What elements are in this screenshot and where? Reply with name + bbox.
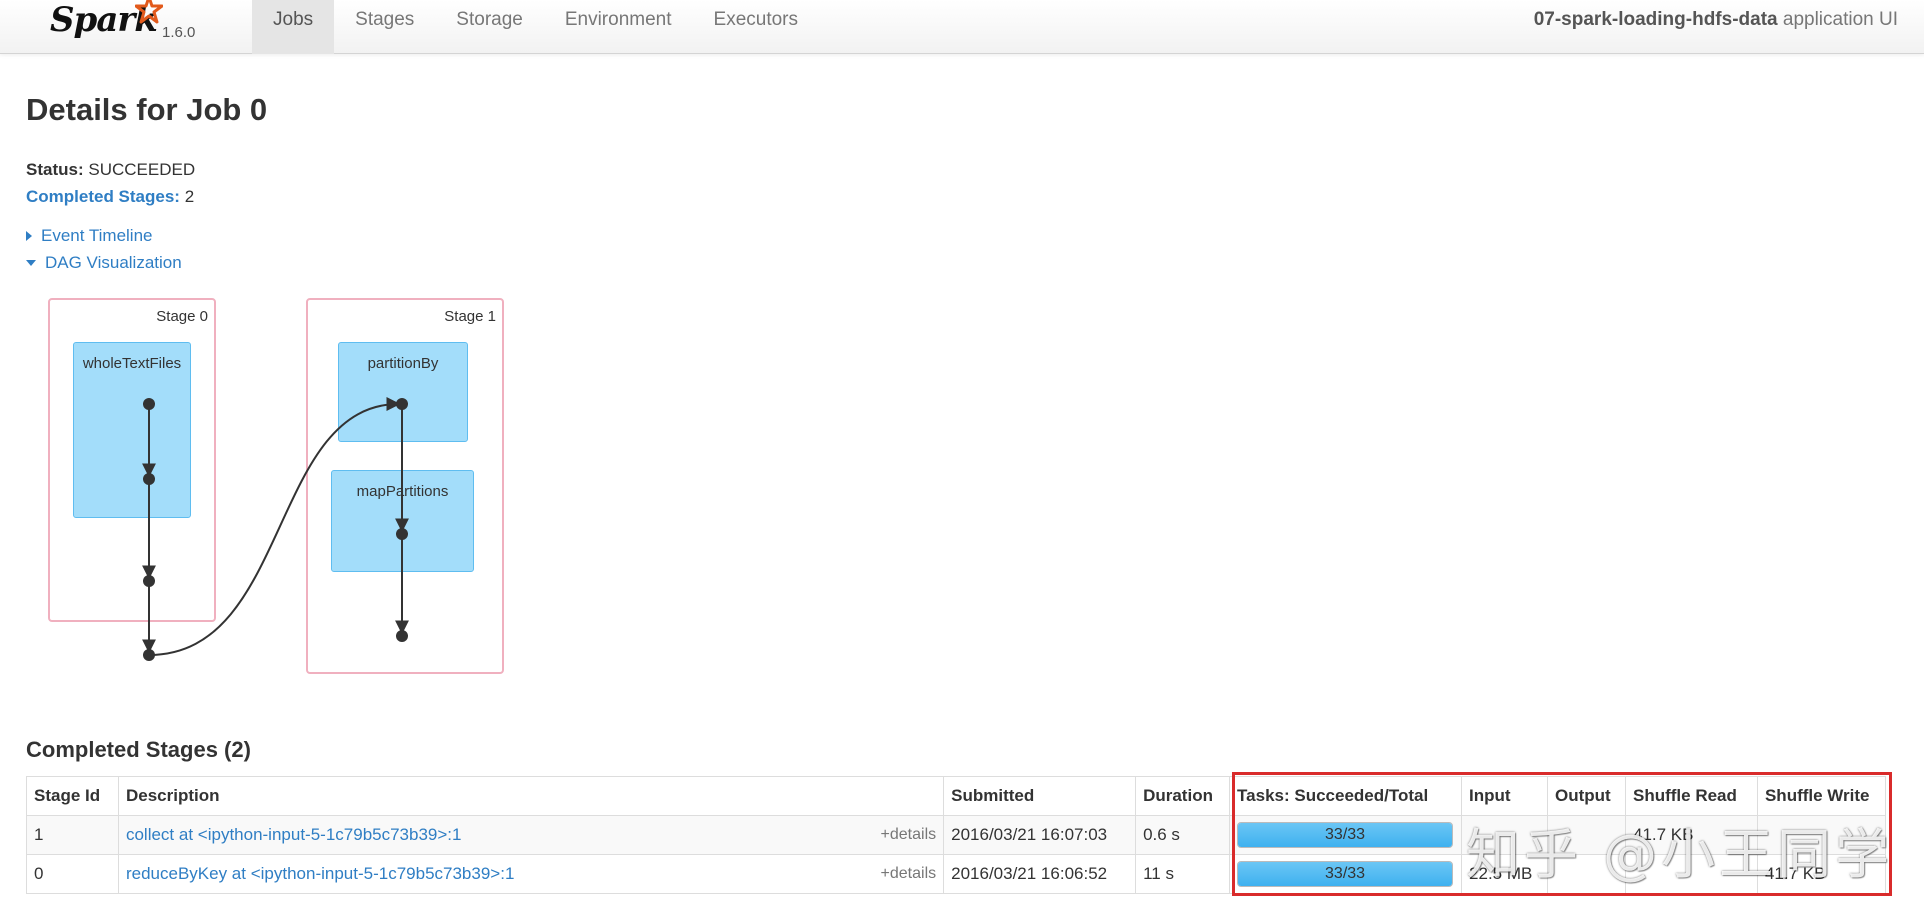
cell-shuffle-read: 41.7 KB bbox=[1625, 815, 1758, 855]
table-header-row: Stage Id Description Submitted Duration … bbox=[26, 776, 1887, 816]
cell-submitted: 2016/03/21 16:06:52 bbox=[943, 854, 1137, 894]
app-title: 07-spark-loading-hdfs-data application U… bbox=[1534, 0, 1898, 40]
caret-right-icon bbox=[26, 230, 32, 241]
cell-tasks: 33/33 bbox=[1229, 854, 1463, 894]
cell-stage-id: 0 bbox=[26, 854, 119, 894]
table-row: 1 collect at <ipython-input-5-1c79b5c73b… bbox=[26, 815, 1887, 855]
cell-stage-id: 1 bbox=[26, 815, 119, 855]
visualization-toggles: Event Timeline DAG Visualization bbox=[26, 222, 182, 276]
expand-details-link[interactable]: +details bbox=[881, 865, 937, 883]
col-shuffle-write[interactable]: Shuffle Write bbox=[1756, 776, 1887, 816]
col-submitted[interactable]: Submitted bbox=[943, 776, 1137, 816]
job-summary: Status: SUCCEEDED Completed Stages: 2 bbox=[26, 156, 195, 210]
cell-input bbox=[1461, 815, 1549, 855]
completed-stages-count: 2 bbox=[184, 187, 195, 206]
tasks-progress-bar: 33/33 bbox=[1237, 861, 1454, 887]
event-timeline-toggle[interactable]: Event Timeline bbox=[26, 222, 182, 249]
dag-edges bbox=[142, 397, 409, 661]
cell-input: 22.5 MB bbox=[1461, 854, 1549, 894]
expand-details-link[interactable]: +details bbox=[881, 826, 937, 844]
dag-edge-shuffle bbox=[148, 397, 401, 656]
status-label: Status: bbox=[26, 160, 84, 179]
col-tasks[interactable]: Tasks: Succeeded/Total bbox=[1229, 776, 1463, 816]
dag-node[interactable] bbox=[396, 630, 408, 642]
col-output[interactable]: Output bbox=[1547, 776, 1626, 816]
app-title-suffix: application UI bbox=[1777, 9, 1898, 30]
app-name: 07-spark-loading-hdfs-data bbox=[1533, 9, 1778, 30]
dag-visualization-toggle[interactable]: DAG Visualization bbox=[26, 249, 182, 276]
table-row: 0 reduceByKey at <ipython-input-5-1c79b5… bbox=[26, 854, 1887, 894]
col-stage-id[interactable]: Stage Id bbox=[26, 776, 119, 816]
page-title: Details for Job 0 bbox=[26, 92, 268, 127]
completed-stages-row: Completed Stages: 2 bbox=[26, 183, 195, 210]
top-navbar: Spark 1.6.0 Jobs Stages Storage Environm… bbox=[0, 0, 1924, 54]
stage-description-link[interactable]: collect at <ipython-input-5-1c79b5c73b39… bbox=[126, 825, 462, 844]
col-duration[interactable]: Duration bbox=[1135, 776, 1231, 816]
status-value: SUCCEEDED bbox=[88, 160, 196, 179]
cell-submitted: 2016/03/21 16:07:03 bbox=[943, 815, 1137, 855]
stage-description-link[interactable]: reduceByKey at <ipython-input-5-1c79b5c7… bbox=[126, 864, 514, 883]
col-input[interactable]: Input bbox=[1461, 776, 1549, 816]
tab-storage[interactable]: Storage bbox=[435, 0, 544, 54]
completed-stages-link[interactable]: Completed Stages: bbox=[26, 187, 180, 206]
dag-node[interactable] bbox=[143, 398, 155, 410]
cell-output bbox=[1547, 854, 1626, 894]
dag-node[interactable] bbox=[143, 473, 155, 485]
tab-jobs[interactable]: Jobs bbox=[252, 0, 335, 54]
spark-logo[interactable]: Spark 1.6.0 bbox=[50, 0, 210, 54]
cell-shuffle-write: 41.7 KB bbox=[1756, 854, 1887, 894]
cell-description: reduceByKey at <ipython-input-5-1c79b5c7… bbox=[117, 854, 945, 894]
col-shuffle-read[interactable]: Shuffle Read bbox=[1625, 776, 1758, 816]
dag-visualization: Stage 0 Stage 1 wholeTextFiles partition… bbox=[40, 290, 520, 710]
tab-executors[interactable]: Executors bbox=[693, 0, 819, 54]
nav-tabs: Jobs Stages Storage Environment Executor… bbox=[252, 0, 819, 54]
cell-description: collect at <ipython-input-5-1c79b5c73b39… bbox=[117, 815, 945, 855]
cell-duration: 11 s bbox=[1135, 854, 1231, 894]
cell-output bbox=[1547, 815, 1626, 855]
tasks-progress-text: 33/33 bbox=[1325, 865, 1366, 882]
completed-stages-title: Completed Stages (2) bbox=[26, 737, 251, 762]
dag-node[interactable] bbox=[143, 575, 155, 587]
cell-duration: 0.6 s bbox=[1135, 815, 1231, 855]
caret-down-icon bbox=[26, 259, 36, 266]
dag-visualization-label: DAG Visualization bbox=[45, 253, 182, 272]
spark-version: 1.6.0 bbox=[162, 24, 196, 41]
tab-environment[interactable]: Environment bbox=[544, 0, 693, 54]
status-row: Status: SUCCEEDED bbox=[26, 156, 195, 183]
dag-node[interactable] bbox=[396, 528, 408, 540]
cell-tasks: 33/33 bbox=[1229, 815, 1463, 855]
tasks-progress-bar: 33/33 bbox=[1237, 822, 1454, 848]
tab-stages[interactable]: Stages bbox=[334, 0, 435, 54]
cell-shuffle-write bbox=[1756, 815, 1887, 855]
dag-node[interactable] bbox=[143, 649, 155, 661]
tasks-progress-text: 33/33 bbox=[1325, 826, 1366, 843]
completed-stages-table: Stage Id Description Submitted Duration … bbox=[26, 776, 1887, 894]
col-description[interactable]: Description bbox=[117, 776, 945, 816]
cell-shuffle-read bbox=[1625, 854, 1758, 894]
event-timeline-label: Event Timeline bbox=[41, 226, 153, 245]
spark-star-icon bbox=[135, 0, 163, 24]
dag-node[interactable] bbox=[396, 398, 408, 410]
